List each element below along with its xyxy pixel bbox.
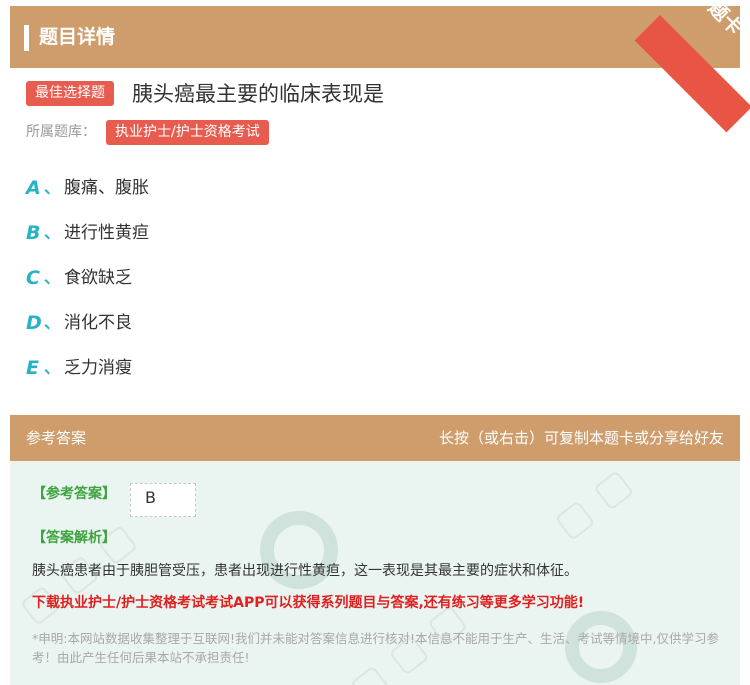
option-letter: D: [26, 312, 42, 334]
option-d[interactable]: D 、 消化不良: [26, 308, 526, 338]
option-separator: 、: [44, 178, 61, 197]
option-letter: A: [26, 177, 41, 199]
explanation-text: 胰头癌患者由于胰胆管受压，患者出现进行性黄疸，这一表现是其最主要的症状和体征。: [32, 563, 578, 579]
answer-header-title: 参考答案: [26, 429, 87, 447]
answer-header: 参考答案 长按（或右击）可复制本题卡或分享给好友: [10, 415, 740, 461]
option-text: 进行性黄疸: [64, 223, 149, 243]
explanation-label: 【答案解析】: [32, 530, 116, 546]
option-c[interactable]: C 、 食欲缺乏: [26, 263, 526, 293]
share-hint: 长按（或右击）可复制本题卡或分享给好友: [438, 429, 724, 447]
answer-value-box: B: [130, 483, 196, 517]
option-a[interactable]: A 、 腹痛、腹胀: [26, 173, 526, 203]
question-bank-link[interactable]: 执业护士/护士资格考试: [106, 120, 269, 145]
option-text: 消化不良: [64, 313, 132, 333]
option-text: 食欲缺乏: [64, 268, 132, 288]
answer-panel: ▢ ▢ ▢ ▢ ▢ ▢ ▢ ▢ 【参考答案】 B 【答案解析】 胰头癌患者由于胰…: [10, 461, 740, 685]
question-type-badge: 最佳选择题: [26, 81, 114, 106]
option-e[interactable]: E 、 乏力消瘦: [26, 353, 526, 383]
disclaimer-text: *申明:本网站数据收集整理于互联网!我们并未能对答案信息进行核对!本信息不能用于…: [32, 631, 719, 665]
option-b[interactable]: B 、 进行性黄疸: [26, 218, 526, 248]
app-download-link[interactable]: 下载执业护士/护士资格考试考试APP可以获得系列题目与答案,还有练习等更多学习功…: [32, 591, 584, 615]
option-separator: 、: [44, 223, 61, 242]
question-bank-label: 所属题库：: [26, 124, 96, 140]
option-separator: 、: [44, 358, 61, 377]
watermark-mark: ▢ ▢: [545, 461, 640, 547]
header-accent-bar: [24, 25, 29, 51]
question-title: 胰头癌最主要的临床表现是: [132, 82, 384, 106]
option-text: 乏力消瘦: [64, 358, 132, 378]
answer-label: 【参考答案】: [32, 486, 116, 502]
option-separator: 、: [44, 313, 61, 332]
option-letter: C: [26, 267, 40, 289]
detail-header: 题目详情: [10, 6, 740, 68]
answer-value: B: [145, 488, 156, 507]
option-letter: B: [26, 222, 41, 244]
option-letter: E: [26, 357, 39, 379]
option-text: 腹痛、腹胀: [64, 178, 149, 198]
option-separator: 、: [44, 268, 61, 287]
header-title: 题目详情: [39, 26, 116, 48]
